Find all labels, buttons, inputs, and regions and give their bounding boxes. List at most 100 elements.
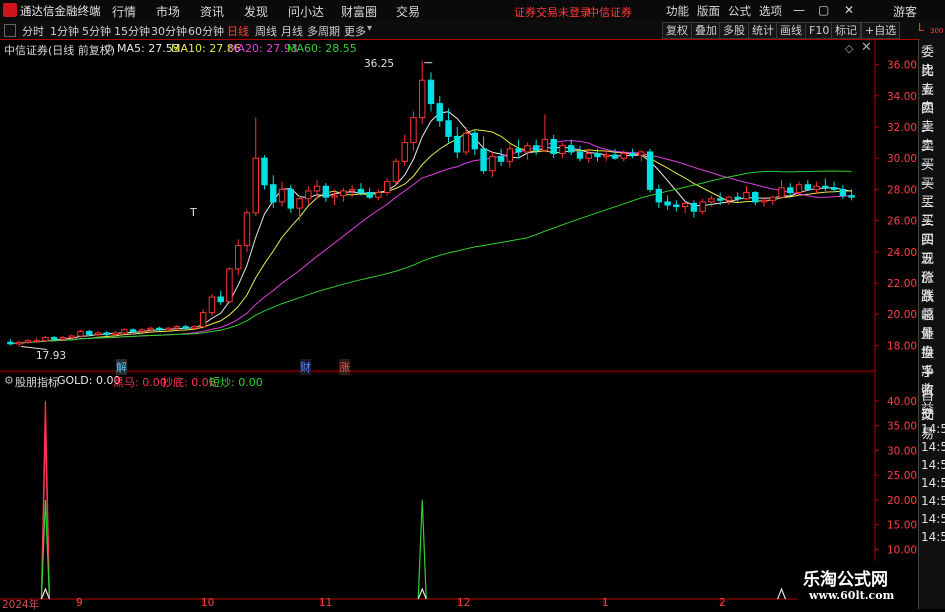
period-more[interactable]: 更多 bbox=[344, 23, 366, 39]
settings-gear-icon[interactable]: ⚙ bbox=[104, 42, 114, 55]
ma60-line bbox=[10, 170, 852, 345]
menu-market[interactable]: 市场 bbox=[156, 3, 180, 20]
adjust-button[interactable]: 复权 bbox=[662, 22, 692, 39]
corner-l: L bbox=[918, 21, 925, 34]
collapse-icon[interactable]: ◇ bbox=[845, 42, 853, 55]
date-year: 2024年 bbox=[2, 599, 40, 611]
menu-quotes[interactable]: 行情 bbox=[112, 3, 136, 20]
close-icon[interactable]: ✕ bbox=[844, 3, 854, 17]
user-guest[interactable]: 游客 bbox=[893, 3, 917, 20]
period-60min[interactable]: 60分钟 bbox=[188, 23, 224, 39]
candle-body bbox=[103, 332, 110, 335]
minimize-icon[interactable]: — bbox=[793, 3, 805, 17]
kline-chart-area[interactable]: 18.00 20.00 22.00 24.00 26.00 28.00 30.00 32.00… bbox=[0, 39, 918, 609]
candle-body bbox=[585, 153, 592, 159]
menu-news[interactable]: 资讯 bbox=[200, 3, 224, 20]
tick-time: 14:56 bbox=[921, 422, 945, 436]
date-sep: 9 bbox=[76, 597, 83, 609]
candle-body bbox=[261, 157, 268, 186]
candle-body bbox=[462, 132, 470, 153]
stock-title: 中信证券(日线 前复权) bbox=[4, 44, 116, 57]
period-30min[interactable]: 30分钟 bbox=[151, 23, 187, 39]
candle-body bbox=[156, 327, 163, 331]
period-timeshare[interactable]: 分时 bbox=[22, 23, 44, 39]
price-tick-label: 32.00 bbox=[887, 122, 917, 134]
candle-body bbox=[427, 79, 435, 105]
candle-body bbox=[7, 341, 14, 345]
candle-body bbox=[646, 151, 654, 190]
price-tick-label: 20.00 bbox=[887, 309, 917, 321]
watermark-url: www.60lt.com bbox=[809, 589, 895, 602]
period-5min[interactable]: 5分钟 bbox=[82, 23, 111, 39]
menu-trade[interactable]: 交易 bbox=[396, 3, 420, 20]
period-weekly[interactable]: 周线 bbox=[255, 23, 277, 39]
period-daily[interactable]: 日线 bbox=[227, 23, 249, 39]
indicator-tick-label: 40.00 bbox=[887, 396, 917, 408]
candle-body bbox=[59, 337, 67, 340]
statistics-button[interactable]: 统计 bbox=[748, 22, 778, 39]
menu-layout[interactable]: 版面 bbox=[697, 3, 720, 19]
candle-body bbox=[681, 202, 689, 208]
menu-discover[interactable]: 发现 bbox=[244, 3, 268, 20]
candle-body bbox=[795, 184, 803, 194]
candle-body bbox=[243, 212, 251, 247]
candle-body bbox=[480, 148, 487, 172]
price-tick-label: 24.00 bbox=[887, 247, 917, 259]
f10-button[interactable]: F10 bbox=[805, 22, 834, 39]
candle-body bbox=[708, 198, 715, 203]
indicator-spike bbox=[40, 587, 50, 600]
menu-options[interactable]: 选项 bbox=[759, 3, 782, 19]
login-status[interactable]: 证券交易未登录 bbox=[514, 4, 591, 20]
indicator-spike bbox=[417, 499, 427, 600]
indicator-tick-label: 30.00 bbox=[887, 445, 917, 457]
candle-body bbox=[638, 151, 645, 156]
menu-wealth[interactable]: 财富圈 bbox=[341, 3, 377, 20]
maximize-icon[interactable]: ▢ bbox=[818, 3, 829, 17]
overlay-button[interactable]: 叠加 bbox=[691, 22, 721, 39]
candle-body bbox=[15, 341, 23, 345]
unlock-event-marker[interactable]: 解 bbox=[116, 359, 127, 375]
candle-body bbox=[340, 190, 347, 197]
draw-line-button[interactable]: 画线 bbox=[776, 22, 806, 39]
mark-button[interactable]: 标记 bbox=[831, 22, 861, 39]
candle-body bbox=[664, 201, 671, 206]
candle-body bbox=[121, 329, 128, 334]
limit-up-event-marker[interactable]: 涨 bbox=[339, 359, 350, 375]
candle-body bbox=[392, 160, 400, 183]
candle-body bbox=[576, 151, 584, 159]
period-15min[interactable]: 15分钟 bbox=[114, 23, 150, 39]
menu-functions[interactable]: 功能 bbox=[666, 3, 689, 19]
candle-body bbox=[839, 188, 847, 197]
candle-body bbox=[357, 188, 365, 194]
multi-stock-button[interactable]: 多股 bbox=[719, 22, 749, 39]
broker-name[interactable]: 中信证券 bbox=[588, 4, 632, 20]
watermark: 乐淘公式网 www.60lt.com bbox=[797, 561, 917, 609]
candle-body bbox=[112, 332, 119, 335]
close-panel-icon[interactable]: ✕ bbox=[861, 40, 872, 55]
candle-body bbox=[716, 198, 724, 201]
candle-body bbox=[217, 296, 224, 303]
tick-time: 14:56 bbox=[921, 476, 945, 490]
chevron-down-icon[interactable]: ▾ bbox=[367, 23, 372, 34]
period-multi[interactable]: 多周期 bbox=[307, 23, 340, 39]
candle-body bbox=[278, 188, 286, 203]
indicator-gear-icon[interactable]: ⚙ bbox=[4, 374, 14, 387]
menu-formula[interactable]: 公式 bbox=[728, 3, 751, 19]
candle-body bbox=[787, 187, 794, 194]
panel-toggle-icon[interactable] bbox=[4, 24, 16, 37]
add-watchlist-button[interactable]: +自选 bbox=[861, 22, 901, 39]
candle-body bbox=[699, 201, 706, 212]
candle-body bbox=[690, 202, 698, 212]
candle-body bbox=[401, 142, 408, 162]
low-marker: 17.93 bbox=[36, 350, 67, 362]
quote-side-panel: 委比 卖五 卖四 卖三 卖二 卖一 买一 买二 买三 买四 买五 现价 涨跌 涨幅 总量 外盘 换手 净资 收益 自动… bbox=[918, 39, 945, 609]
candle-body bbox=[77, 330, 84, 337]
finance-event-marker[interactable]: 财 bbox=[300, 359, 311, 375]
menu-assistant[interactable]: 问小达 bbox=[288, 3, 324, 20]
candle-body bbox=[471, 132, 479, 150]
candle-body bbox=[366, 192, 373, 198]
candle-body bbox=[567, 145, 575, 153]
period-monthly[interactable]: 月线 bbox=[281, 23, 303, 39]
candle-body bbox=[524, 145, 531, 153]
period-1min[interactable]: 1分钟 bbox=[50, 23, 79, 39]
